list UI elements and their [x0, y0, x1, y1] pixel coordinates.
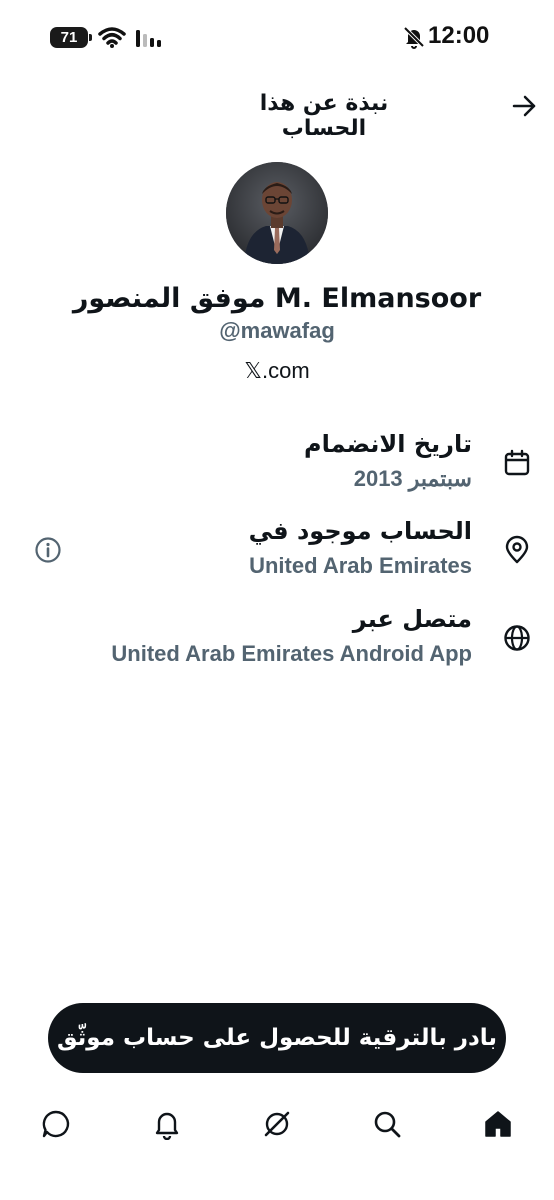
avatar[interactable]: [226, 162, 328, 264]
signal-icon: [136, 30, 161, 47]
search-icon[interactable]: [371, 1108, 403, 1140]
location-value: United Arab Emirates: [249, 553, 472, 578]
display-name: موفق المنصور M. Elmansoor: [72, 283, 482, 314]
bottom-nav: [0, 1100, 554, 1150]
bell-icon[interactable]: [151, 1108, 183, 1140]
info-icon[interactable]: [34, 536, 62, 564]
page-title: نبذة عن هذا الحساب: [259, 91, 389, 141]
globe-icon: [504, 625, 530, 651]
handle: @mawafag: [219, 318, 335, 343]
back-arrow-icon[interactable]: [510, 92, 538, 120]
location-pin-icon: [505, 535, 529, 564]
joined-label: تاريخ الانضمام: [304, 430, 472, 458]
battery-indicator: 71: [50, 27, 92, 48]
location-label: الحساب موجود في: [248, 517, 472, 545]
about-account-screen: 71 12:00 نبذة عن هذا الحساب موفق المنصور…: [0, 0, 554, 1200]
clock: 12:00: [428, 22, 490, 49]
header: نبذة عن هذا الحساب: [0, 80, 554, 141]
upgrade-button[interactable]: بادر بالترقية للحصول على حساب موثّق: [48, 1003, 506, 1073]
avatar-image: [226, 162, 328, 264]
joined-value: سبتمبر 2013: [353, 466, 472, 491]
status-bar: 71 12:00: [0, 0, 554, 74]
chat-icon[interactable]: [40, 1108, 72, 1140]
mute-bell-icon: [403, 26, 425, 49]
calendar-icon: [504, 449, 530, 476]
home-icon[interactable]: [482, 1108, 514, 1140]
connected-value: United Arab Emirates Android App: [111, 641, 472, 666]
grok-icon[interactable]: [261, 1108, 293, 1140]
website-link[interactable]: 𝕏.com: [0, 358, 554, 384]
connected-label: متصل عبر: [352, 605, 472, 633]
wifi-icon: [98, 27, 126, 48]
